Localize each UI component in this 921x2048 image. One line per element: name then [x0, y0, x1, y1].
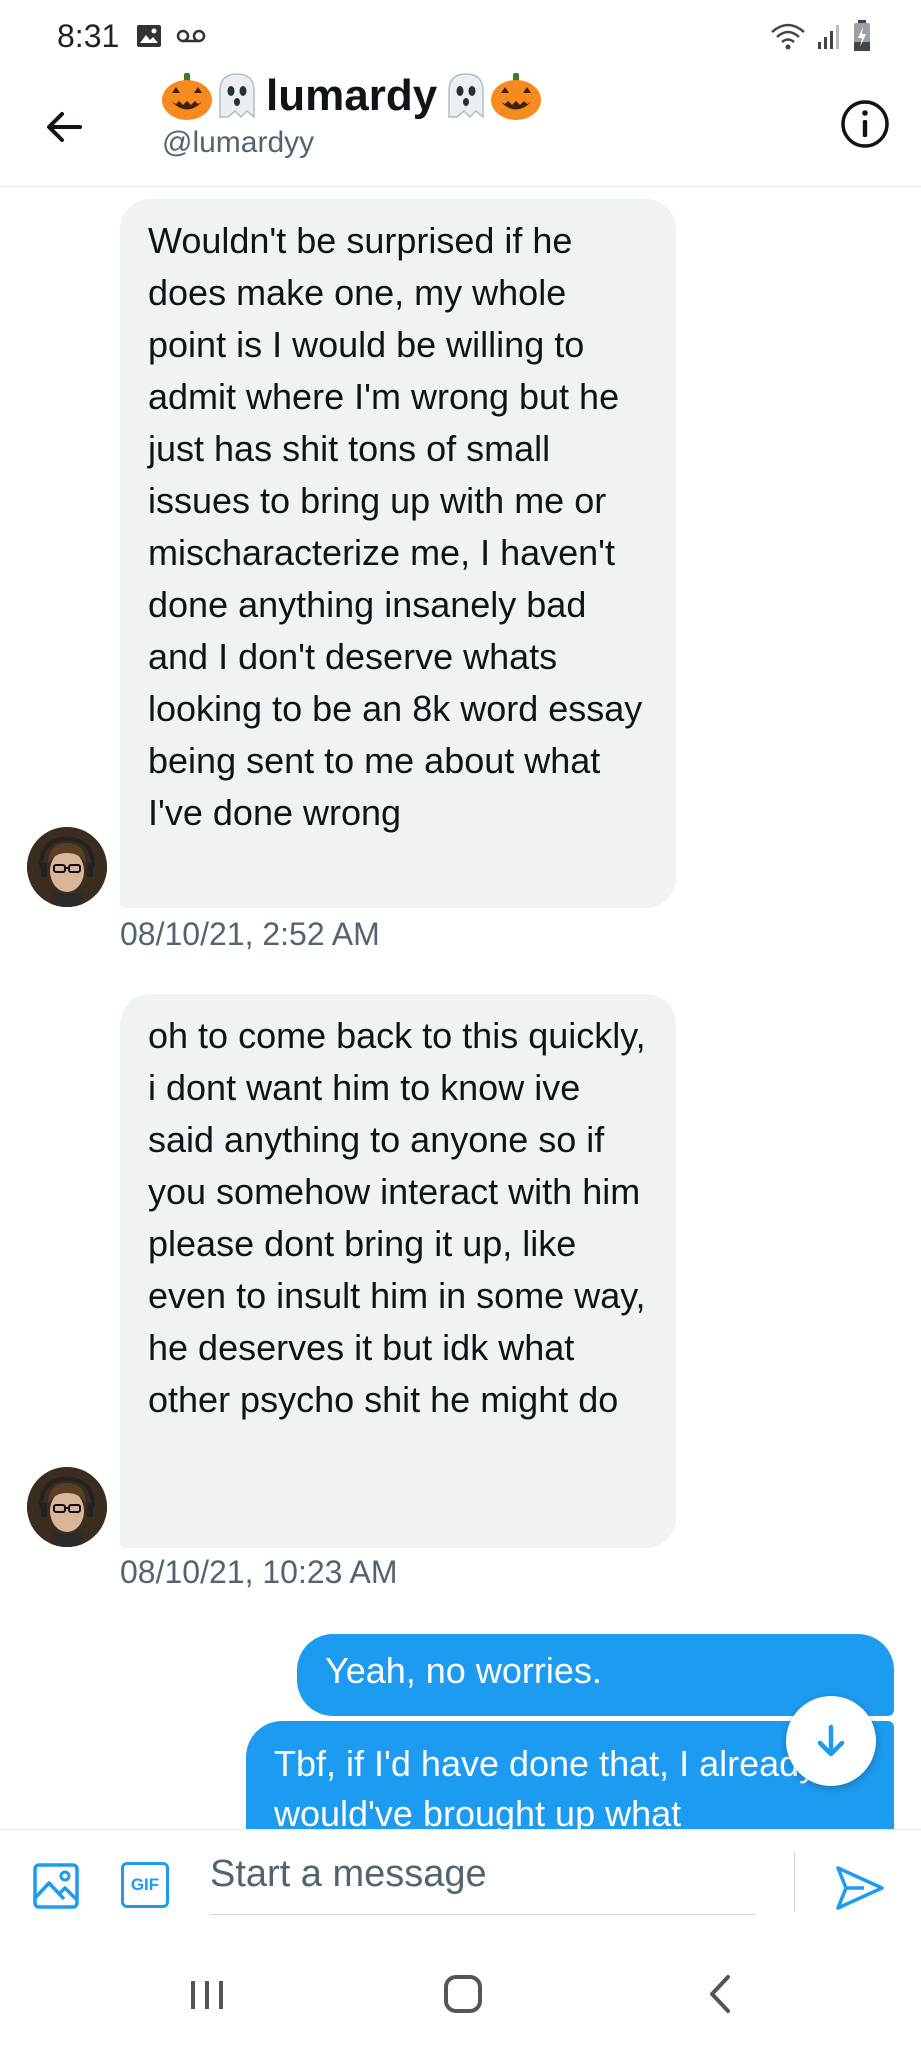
- recent-apps-icon[interactable]: [177, 1969, 237, 2019]
- message-composer: GIF: [0, 1829, 921, 1940]
- gallery-notification-icon: [137, 25, 161, 47]
- avatar-photo: [27, 1467, 107, 1547]
- message-text: oh to come back to this quickly, i dont …: [148, 1015, 646, 1420]
- message-timestamp: 08/10/21, 2:52 AM: [120, 916, 380, 952]
- home-icon[interactable]: [433, 1969, 493, 2019]
- incoming-message-bubble[interactable]: oh to come back to this quickly, i dont …: [120, 994, 676, 1548]
- back-arrow-icon[interactable]: [40, 102, 90, 152]
- arrow-down-icon: [817, 1724, 845, 1757]
- scroll-to-bottom-button[interactable]: [786, 1696, 876, 1786]
- status-time: 8:31: [57, 18, 120, 54]
- system-navigation-bar: [0, 1939, 921, 2048]
- conversation-title[interactable]: lumardy @lumardyy: [160, 71, 543, 160]
- wifi-icon: [771, 23, 805, 50]
- conversation-header: lumardy @lumardyy: [0, 71, 921, 187]
- status-bar: 8:31: [0, 0, 921, 78]
- gif-button[interactable]: GIF: [121, 1862, 169, 1908]
- battery-charging-icon: [854, 20, 870, 51]
- message-input[interactable]: [210, 1844, 756, 1915]
- display-name: lumardy: [266, 71, 438, 120]
- message-text: Yeah, no worries.: [325, 1650, 602, 1691]
- composer-divider: [794, 1852, 795, 1912]
- ghost-emoji-icon: [219, 73, 255, 119]
- pumpkin-emoji-icon: [162, 73, 212, 120]
- ghost-emoji-icon: [448, 73, 484, 119]
- message-timestamp: 08/10/21, 10:23 AM: [120, 1554, 398, 1590]
- cellular-signal-icon: [818, 25, 839, 49]
- back-nav-icon[interactable]: [692, 1969, 752, 2019]
- avatar-photo: [27, 827, 107, 907]
- message-text: Wouldn't be surprised if he does make on…: [148, 220, 643, 833]
- pumpkin-emoji-icon: [491, 73, 542, 120]
- info-icon[interactable]: [839, 98, 891, 150]
- gif-label: GIF: [130, 1875, 160, 1894]
- avatar[interactable]: [27, 1467, 107, 1547]
- image-icon[interactable]: [32, 1862, 80, 1910]
- send-icon[interactable]: [834, 1862, 886, 1914]
- incoming-message-bubble[interactable]: Wouldn't be surprised if he does make on…: [120, 199, 676, 908]
- message-text: Tbf, if I'd have done that, I already wo…: [274, 1743, 818, 1834]
- user-handle: @lumardyy: [162, 126, 315, 159]
- voicemail-icon: [176, 29, 206, 43]
- avatar[interactable]: [27, 827, 107, 907]
